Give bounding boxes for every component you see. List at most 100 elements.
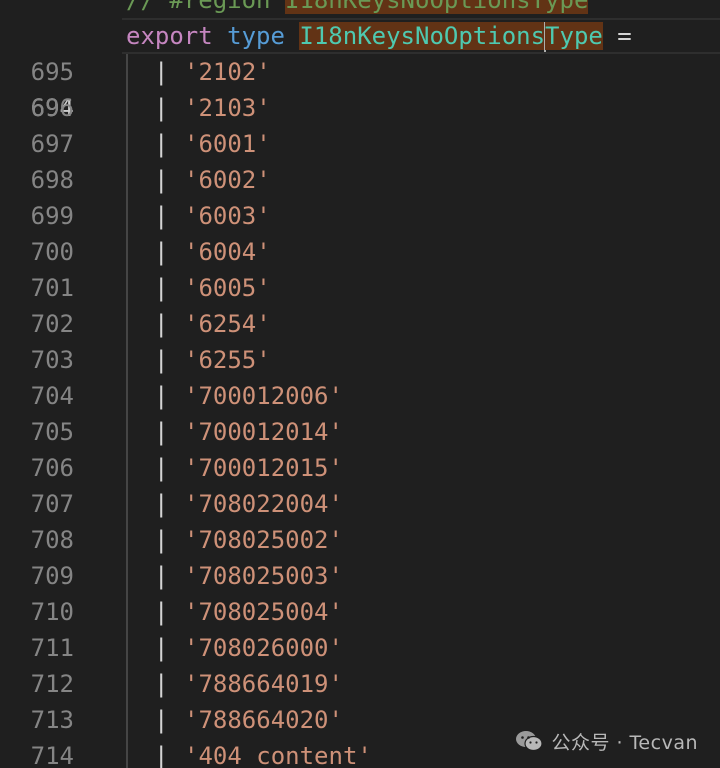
indent-guide bbox=[126, 630, 128, 666]
code-line[interactable]: 697 | '6001' bbox=[0, 126, 720, 162]
code-line[interactable]: 710 | '708025004' bbox=[0, 594, 720, 630]
string-literal: '700012015' bbox=[184, 454, 343, 482]
code-line[interactable]: 705 | '700012014' bbox=[0, 414, 720, 450]
code-line[interactable]: 712 | '788664019' bbox=[0, 666, 720, 702]
line-number: 700 bbox=[30, 238, 74, 266]
indent-guide bbox=[126, 558, 128, 594]
indent-guide bbox=[126, 162, 128, 198]
code-line[interactable]: 706 | '700012015' bbox=[0, 450, 720, 486]
line-number: 714 bbox=[30, 742, 74, 768]
indent-guide bbox=[126, 522, 128, 558]
line-content: // #region I18nKeysNoOptionsType bbox=[126, 0, 589, 18]
indent-guide bbox=[126, 450, 128, 486]
union-pipe: | bbox=[154, 670, 169, 698]
string-literal: '6004' bbox=[184, 238, 271, 266]
code-line-comment[interactable]: 693 // #region I18nKeysNoOptionsType bbox=[0, 0, 720, 50]
code-line[interactable]: 704 | '700012006' bbox=[0, 378, 720, 414]
string-literal: '6005' bbox=[184, 274, 271, 302]
code-line[interactable]: 695 | '2102' bbox=[0, 54, 720, 90]
string-literal: '708025002' bbox=[184, 526, 343, 554]
union-pipe: | bbox=[154, 202, 169, 230]
line-number: 710 bbox=[30, 598, 74, 626]
line-number: 697 bbox=[30, 130, 74, 158]
indent-guide bbox=[126, 414, 128, 450]
editor-lines: 693 // #region I18nKeysNoOptionsType 694… bbox=[0, 0, 720, 768]
union-pipe: | bbox=[154, 130, 169, 158]
code-line[interactable]: 703 | '6255' bbox=[0, 342, 720, 378]
code-line[interactable]: 708 | '708025002' bbox=[0, 522, 720, 558]
union-pipe: | bbox=[154, 418, 169, 446]
keyword-type: type bbox=[227, 22, 285, 50]
wechat-icon bbox=[516, 731, 544, 752]
indent-guide bbox=[126, 702, 128, 738]
line-number: 713 bbox=[30, 706, 74, 734]
code-line[interactable]: 711 | '708026000' bbox=[0, 630, 720, 666]
string-literal: '708026000' bbox=[184, 634, 343, 662]
union-pipe: | bbox=[154, 346, 169, 374]
union-pipe: | bbox=[154, 310, 169, 338]
code-line[interactable]: 702 | '6254' bbox=[0, 306, 720, 342]
region-comment: // #region bbox=[126, 0, 285, 14]
union-pipe: | bbox=[154, 382, 169, 410]
code-editor[interactable]: 693 // #region I18nKeysNoOptionsType 694… bbox=[0, 0, 720, 768]
watermark: 公众号 · Tecvan bbox=[515, 728, 698, 754]
line-number: 704 bbox=[30, 382, 74, 410]
watermark-text: 公众号 · Tecvan bbox=[551, 731, 698, 754]
string-literal: '708022004' bbox=[184, 490, 343, 518]
indent-guide bbox=[126, 270, 128, 306]
string-literal: '788664019' bbox=[184, 670, 343, 698]
union-pipe: | bbox=[154, 58, 169, 86]
indent-guide bbox=[126, 306, 128, 342]
indent-guide bbox=[126, 234, 128, 270]
code-line[interactable]: 709 | '708025003' bbox=[0, 558, 720, 594]
union-pipe: | bbox=[154, 166, 169, 194]
code-line[interactable]: 700 | '6004' bbox=[0, 234, 720, 270]
line-number: 709 bbox=[30, 562, 74, 590]
union-pipe: | bbox=[154, 742, 169, 768]
line-number: 707 bbox=[30, 490, 74, 518]
union-pipe: | bbox=[154, 454, 169, 482]
code-line[interactable]: 699 | '6003' bbox=[0, 198, 720, 234]
string-literal: '2102' bbox=[184, 58, 271, 86]
union-pipe: | bbox=[154, 562, 169, 590]
code-line[interactable]: 701 | '6005' bbox=[0, 270, 720, 306]
indent-guide bbox=[126, 342, 128, 378]
line-number: 703 bbox=[30, 346, 74, 374]
string-literal: '6254' bbox=[184, 310, 271, 338]
line-number: 708 bbox=[30, 526, 74, 554]
indent-guide bbox=[126, 594, 128, 630]
keyword-export: export bbox=[126, 22, 213, 50]
union-pipe: | bbox=[154, 706, 169, 734]
string-literal: '6002' bbox=[184, 166, 271, 194]
union-pipe: | bbox=[154, 634, 169, 662]
string-literal: '708025004' bbox=[184, 598, 343, 626]
union-pipe: | bbox=[154, 490, 169, 518]
line-number: 701 bbox=[30, 274, 74, 302]
line-number: 711 bbox=[30, 634, 74, 662]
line-number: 698 bbox=[30, 166, 74, 194]
indent-guide bbox=[126, 90, 128, 126]
line-number: 705 bbox=[30, 418, 74, 446]
union-pipe: | bbox=[154, 526, 169, 554]
code-line[interactable]: 698 | '6002' bbox=[0, 162, 720, 198]
line-number: 695 bbox=[30, 58, 74, 86]
string-literal: '404_content' bbox=[184, 742, 372, 768]
line-content: export type I18nKeysNoOptionsType = bbox=[126, 18, 632, 54]
code-line[interactable]: 707 | '708022004' bbox=[0, 486, 720, 522]
union-pipe: | bbox=[154, 94, 169, 122]
region-comment-highlight: I18nKeysNoOptionsType bbox=[284, 0, 589, 14]
string-literal: '708025003' bbox=[184, 562, 343, 590]
string-literal: '6255' bbox=[184, 346, 271, 374]
indent-guide bbox=[126, 378, 128, 414]
indent-guide bbox=[126, 486, 128, 522]
indent-guide bbox=[126, 126, 128, 162]
code-line-current[interactable]: 694 export type I18nKeysNoOptionsType = bbox=[0, 18, 720, 122]
assign-operator: = bbox=[617, 22, 632, 50]
code-line[interactable]: 696 | '2103' bbox=[0, 90, 720, 126]
indent-guide bbox=[126, 738, 128, 768]
line-number: 696 bbox=[30, 94, 74, 122]
string-literal: '2103' bbox=[184, 94, 271, 122]
string-literal: '700012014' bbox=[184, 418, 343, 446]
line-number: 702 bbox=[30, 310, 74, 338]
indent-guide bbox=[126, 54, 128, 90]
